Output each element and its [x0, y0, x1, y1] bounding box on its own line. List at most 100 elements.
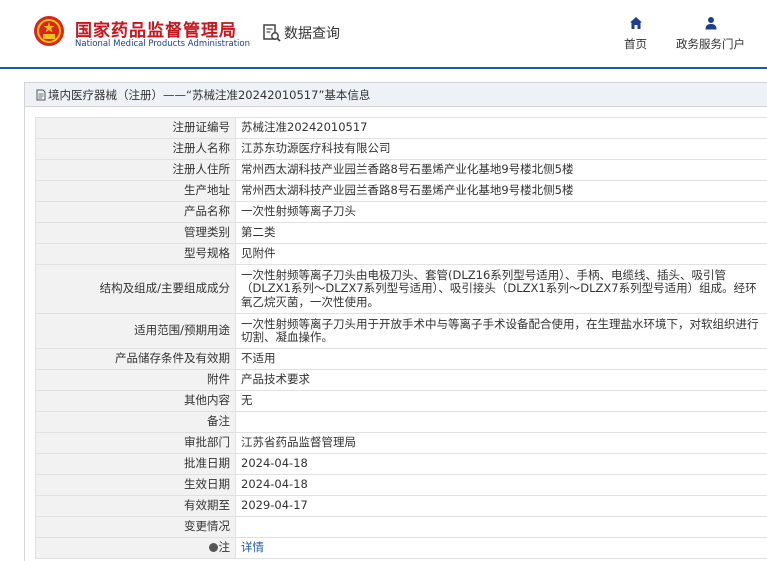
nav-service-portal[interactable]: 政务服务门户 [676, 16, 745, 52]
row-label: 产品名称 [35, 201, 236, 223]
row-label: 适用范围/预期用途 [35, 313, 236, 349]
row-label-text: 附件 [207, 372, 230, 387]
nav-portal-label: 政务服务门户 [676, 37, 745, 51]
row-label-text: 备注 [207, 414, 230, 429]
row-value-text: 产品技术要求 [241, 372, 310, 387]
table-row: 生效日期 2024-04-18 [35, 474, 767, 496]
row-label: 备注 [35, 411, 236, 433]
nav-home-label: 首页 [624, 37, 647, 51]
home-icon [629, 17, 642, 29]
breadcrumb: 境内医疗器械（注册）——“苏械注准20242010517”基本信息 [25, 83, 767, 107]
row-value-text: 常州西太湖科技产业园兰香路8号石墨烯产业化基地9号楼北侧5楼 [241, 162, 574, 177]
details-link[interactable]: 详情 [241, 540, 264, 554]
row-value: 苏械注准20242010517 [235, 117, 767, 139]
row-label: 生效日期 [35, 474, 236, 496]
row-label: 产品储存条件及有效期 [35, 348, 236, 370]
row-label: 注册人名称 [35, 138, 236, 160]
row-label-text: 注册证编号 [172, 120, 231, 135]
row-value-text: 第二类 [241, 225, 276, 240]
row-label: 生产地址 [35, 180, 236, 202]
table-row: 注册人名称 江苏东玏源医疗科技有限公司 [35, 138, 767, 160]
row-value: 不适用 [235, 348, 767, 370]
row-value-text: 苏械注准20242010517 [241, 120, 368, 135]
row-label-text: 有效期至 [184, 498, 230, 513]
row-label: 注册人住所 [35, 159, 236, 181]
nav-home[interactable]: 首页 [624, 16, 647, 52]
row-label-text: 生效日期 [184, 477, 230, 492]
bulb-icon [208, 543, 218, 553]
row-value-text: 江苏东玏源医疗科技有限公司 [241, 141, 391, 156]
row-label-text: 产品储存条件及有效期 [115, 351, 230, 366]
row-label-text: 适用范围/预期用途 [134, 323, 230, 338]
national-emblem-icon [34, 16, 64, 46]
row-label: 批准日期 [35, 453, 236, 475]
breadcrumb-text: 境内医疗器械（注册）——“苏械注准20242010517”基本信息 [48, 87, 371, 102]
row-value-text: 常州西太湖科技产业园兰香路8号石墨烯产业化基地9号楼北侧5楼 [241, 183, 574, 198]
row-value: 2024-04-18 [235, 453, 767, 475]
row-value-text: 无 [241, 393, 253, 408]
table-row: 备注 [35, 411, 767, 433]
row-label-text: 审批部门 [184, 435, 230, 450]
header-divider [0, 67, 767, 69]
row-value: 详情 [235, 537, 767, 559]
row-value-text: 见附件 [241, 246, 276, 261]
row-label: 管理类别 [35, 222, 236, 244]
table-row: 注详情 [35, 537, 767, 559]
row-value-text: 2029-04-17 [241, 498, 308, 513]
user-icon [705, 17, 716, 30]
data-query-link[interactable]: 数据查询 [262, 22, 340, 44]
row-value-text: 一次性射频等离子刀头用于开放手术中与等离子手术设备配合使用，在生理盐水环境下，对… [241, 316, 759, 344]
row-value-text: 2024-04-18 [241, 456, 308, 471]
detail-panel: 境内医疗器械（注册）——“苏械注准20242010517”基本信息 注册证编号苏… [24, 82, 767, 561]
row-label: 有效期至 [35, 495, 236, 517]
table-row: 产品名称 一次性射频等离子刀头 [35, 201, 767, 223]
document-search-icon [263, 24, 281, 42]
row-value: 江苏省药品监督管理局 [235, 432, 767, 454]
table-row: 附件 产品技术要求 [35, 369, 767, 391]
row-value [235, 516, 767, 538]
row-label-text: 注 [218, 540, 231, 555]
row-label-text: 其他内容 [184, 393, 230, 408]
table-row: 适用范围/预期用途 一次性射频等离子刀头用于开放手术中与等离子手术设备配合使用，在… [35, 313, 767, 349]
table-row: 批准日期 2024-04-18 [35, 453, 767, 475]
table-row: 型号规格 见附件 [35, 243, 767, 265]
row-label: 附件 [35, 369, 236, 391]
row-value: 无 [235, 390, 767, 412]
row-label: 审批部门 [35, 432, 236, 454]
table-row: 产品储存条件及有效期 不适用 [35, 348, 767, 370]
row-label: 注册证编号 [35, 117, 236, 139]
row-label-text: 批准日期 [184, 456, 230, 471]
row-label-text: 型号规格 [184, 246, 230, 261]
row-value-text: 不适用 [241, 351, 276, 366]
row-value: 2029-04-17 [235, 495, 767, 517]
row-value: 一次性射频等离子刀头由电极刀头、套管(DLZ16系列型号适用）、手柄、电缆线、插… [235, 264, 767, 314]
row-label: 变更情况 [35, 516, 236, 538]
site-header: 国家药品监督管理局 National Medical Products Admi… [0, 0, 767, 67]
row-value-text: 2024-04-18 [241, 477, 308, 492]
row-label: 注 [35, 537, 236, 559]
row-value: 一次性射频等离子刀头 [235, 201, 767, 223]
row-value-text: 一次性射频等离子刀头 [241, 204, 356, 219]
table-row: 注册证编号 苏械注准20242010517 [35, 117, 767, 139]
row-label-text: 生产地址 [184, 183, 230, 198]
row-label: 结构及组成/主要组成成分 [35, 264, 236, 314]
table-row: 结构及组成/主要组成成分 一次性射频等离子刀头由电极刀头、套管(DLZ16系列型号… [35, 264, 767, 314]
row-value: 2024-04-18 [235, 474, 767, 496]
row-label-text: 产品名称 [184, 204, 230, 219]
table-row: 变更情况 [35, 516, 767, 538]
row-value [235, 411, 767, 433]
data-query-label: 数据查询 [284, 26, 340, 42]
brand-title-cn: 国家药品监督管理局 [75, 21, 237, 41]
registration-info-table: 注册证编号 苏械注准20242010517 注册人名称 江苏东玏源医疗科技有限公司 注册… [35, 117, 767, 559]
row-value-text: 一次性射频等离子刀头由电极刀头、套管(DLZ16系列型号适用）、手柄、电缆线、插… [241, 268, 757, 309]
brand-title-en: National Medical Products Administration [75, 39, 250, 49]
row-value: 江苏东玏源医疗科技有限公司 [235, 138, 767, 160]
row-value: 常州西太湖科技产业园兰香路8号石墨烯产业化基地9号楼北侧5楼 [235, 180, 767, 202]
row-label: 其他内容 [35, 390, 236, 412]
row-label-text: 注册人名称 [172, 141, 231, 156]
row-value: 一次性射频等离子刀头用于开放手术中与等离子手术设备配合使用，在生理盐水环境下，对… [235, 313, 767, 349]
table-row: 其他内容无 [35, 390, 767, 412]
table-row: 注册人住所 常州西太湖科技产业园兰香路8号石墨烯产业化基地9号楼北侧5楼 [35, 159, 767, 181]
table-row: 管理类别 第二类 [35, 222, 767, 244]
table-row: 有效期至 2029-04-17 [35, 495, 767, 517]
